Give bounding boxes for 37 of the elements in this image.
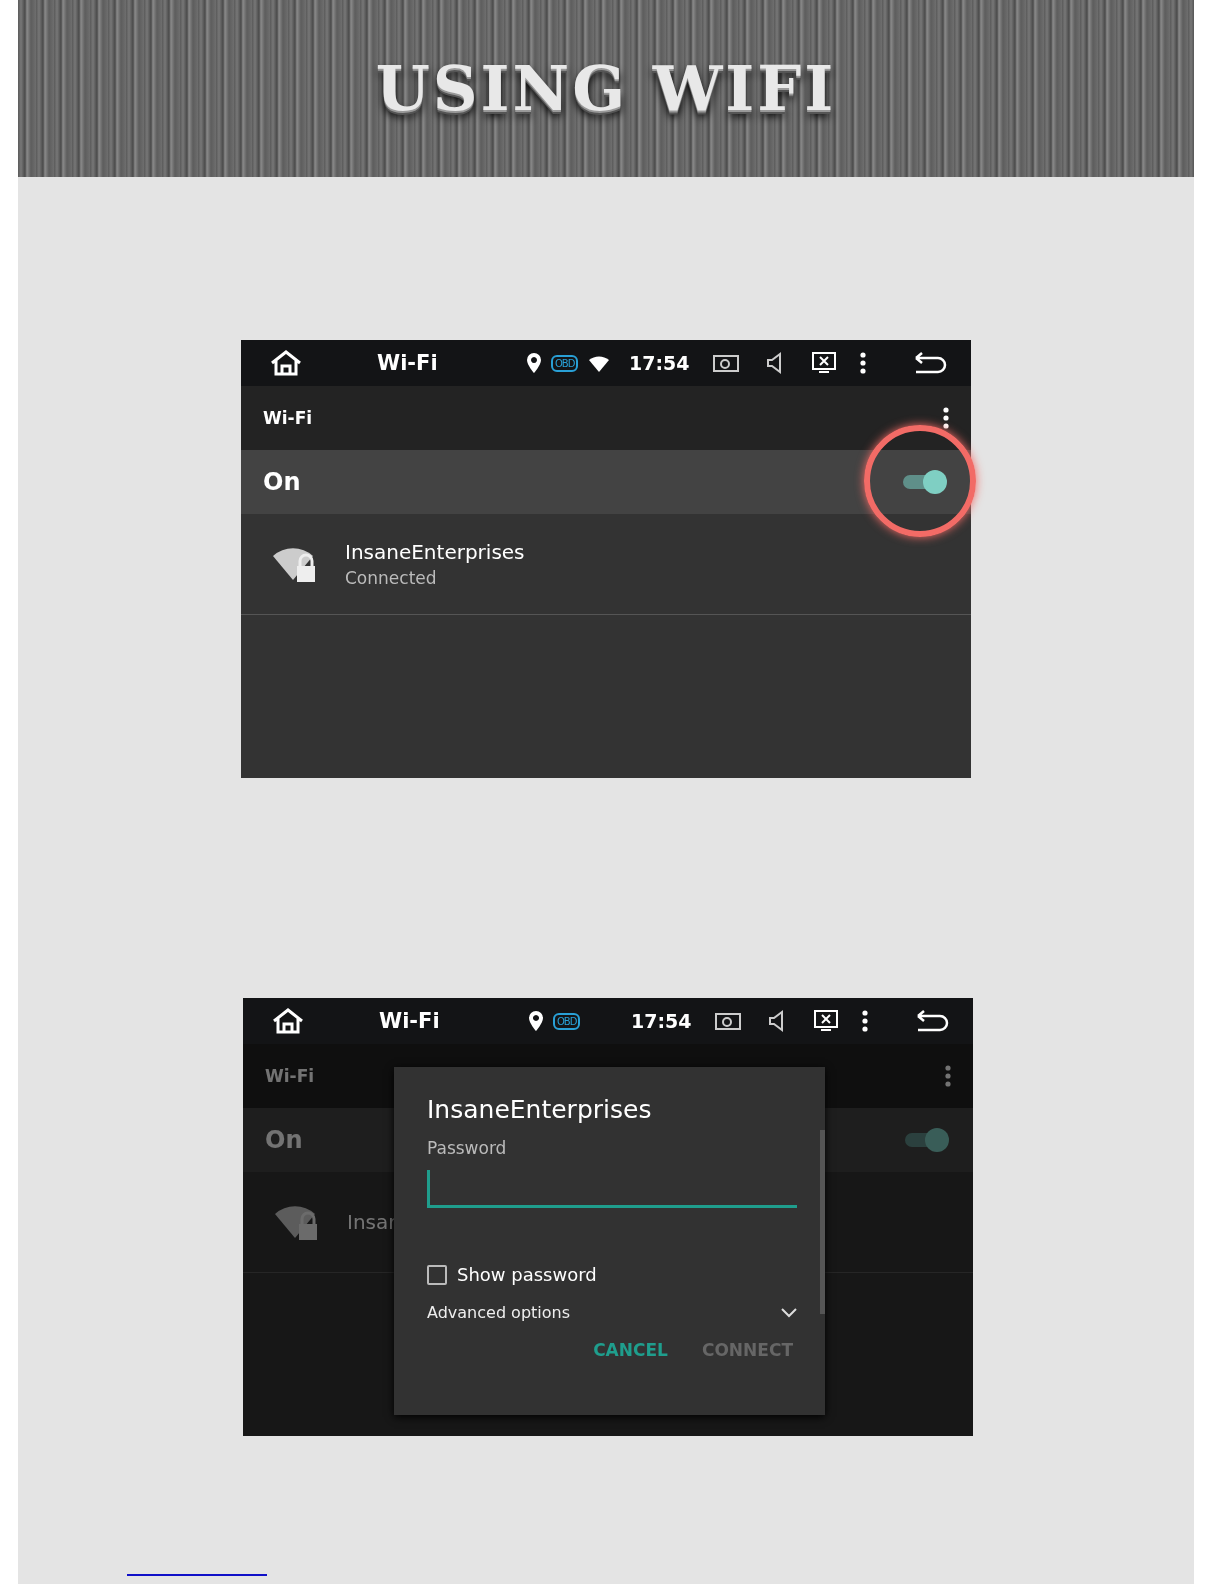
advanced-options-label[interactable]: Advanced options	[427, 1303, 571, 1322]
menu-icon[interactable]	[943, 407, 949, 429]
network-name: Insar	[347, 1210, 397, 1234]
home-icon[interactable]	[269, 350, 303, 376]
chevron-down-icon[interactable]	[781, 1307, 797, 1318]
home-icon[interactable]	[271, 1008, 305, 1034]
network-name: InsaneEnterprises	[345, 540, 525, 564]
camera-icon[interactable]	[715, 1010, 741, 1032]
status-bar-title: Wi-Fi	[377, 351, 439, 375]
switch-label: On	[263, 468, 301, 496]
obd-badge: OBD	[553, 1012, 581, 1030]
field-label: Password	[427, 1138, 508, 1158]
location-pin-icon	[529, 1011, 543, 1031]
menu-icon[interactable]	[862, 1010, 868, 1032]
obd-badge: OBD	[551, 354, 579, 372]
clock-time: 17:54	[629, 352, 691, 374]
dialog-button[interactable]: CANCEL	[589, 1336, 672, 1364]
screen-off-icon[interactable]	[811, 352, 837, 374]
network-status: Connected	[345, 568, 438, 588]
location-pin-icon	[527, 353, 541, 373]
network-list-item[interactable]: InsaneEnterprises Connected	[241, 514, 971, 615]
toggle-switch[interactable]	[903, 1128, 951, 1152]
page-title: USING WIFI	[375, 52, 837, 125]
menu-icon[interactable]	[860, 352, 866, 374]
checkbox-label: Show password	[457, 1264, 597, 1285]
toolbar-title: Wi-Fi	[263, 408, 313, 428]
screen-off-icon[interactable]	[813, 1010, 839, 1032]
dialog-title: InsaneEnterprises	[427, 1095, 653, 1124]
toggle-switch[interactable]	[901, 470, 949, 494]
status-bar-title: Wi-Fi	[379, 1009, 441, 1033]
switch-label: On	[265, 1126, 303, 1154]
toolbar-title: Wi-Fi	[265, 1066, 315, 1086]
camera-icon[interactable]	[713, 352, 739, 374]
clock-time: 17:54	[631, 1010, 693, 1032]
wifi-icon	[588, 354, 611, 372]
checkbox[interactable]	[427, 1264, 447, 1285]
password-field[interactable]	[427, 1170, 797, 1208]
